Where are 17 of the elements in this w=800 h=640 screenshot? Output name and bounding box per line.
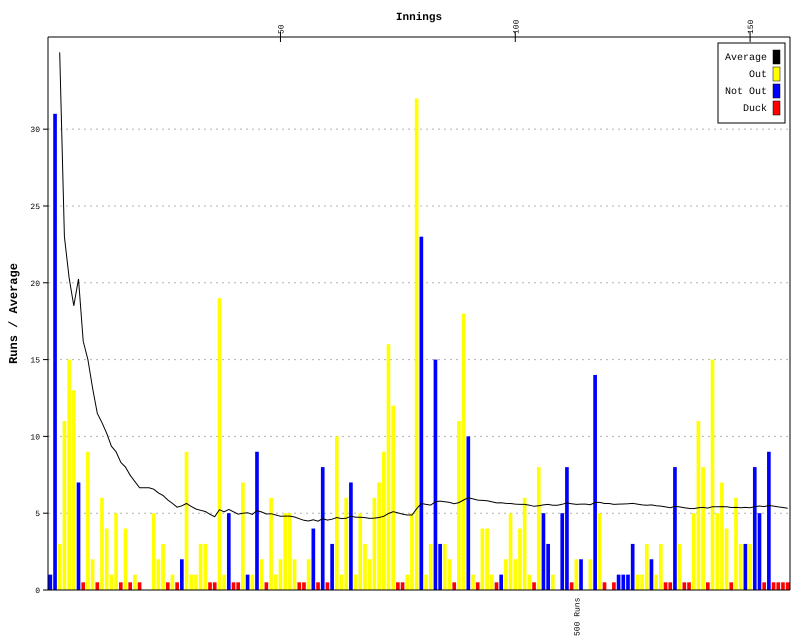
tick-label: 100: [512, 20, 522, 34]
tick-label: 150: [747, 20, 756, 34]
tick-label: 25: [30, 202, 40, 212]
tick-label: 30: [30, 126, 40, 136]
tick-label: 20: [30, 280, 40, 289]
axis-title: Runs / Average: [7, 263, 21, 364]
tick-label: 0: [35, 587, 40, 596]
tick-label: 5: [35, 510, 40, 520]
legend-label: Average: [724, 53, 767, 64]
annotation-label: 500 Runs: [573, 598, 582, 636]
tick-label: 10: [30, 433, 40, 442]
tick-label: 15: [30, 356, 40, 366]
legend-label: Out: [748, 70, 767, 81]
legend-label: Duck: [742, 104, 767, 115]
legend-label: Not Out: [724, 87, 767, 98]
tick-label: 50: [277, 24, 286, 34]
axis-title: Innings: [396, 12, 442, 24]
